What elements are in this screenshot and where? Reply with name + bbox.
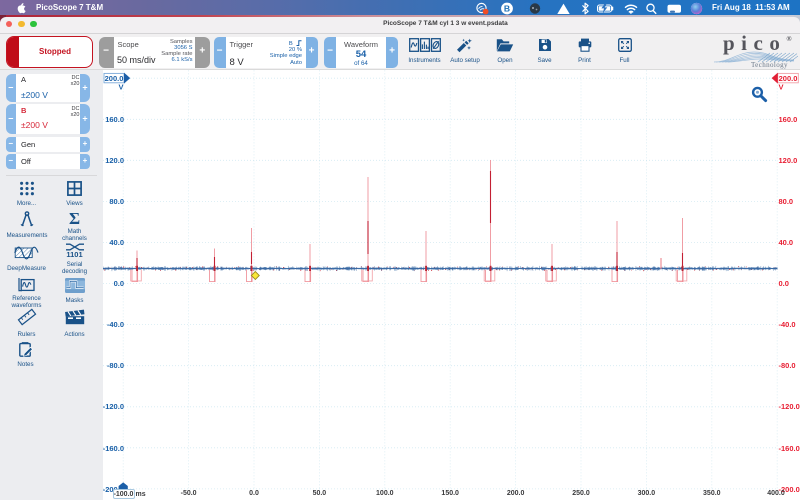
svg-text:V: V [118, 82, 123, 91]
svg-text:B: B [504, 4, 510, 14]
svg-text:V: V [779, 82, 784, 91]
